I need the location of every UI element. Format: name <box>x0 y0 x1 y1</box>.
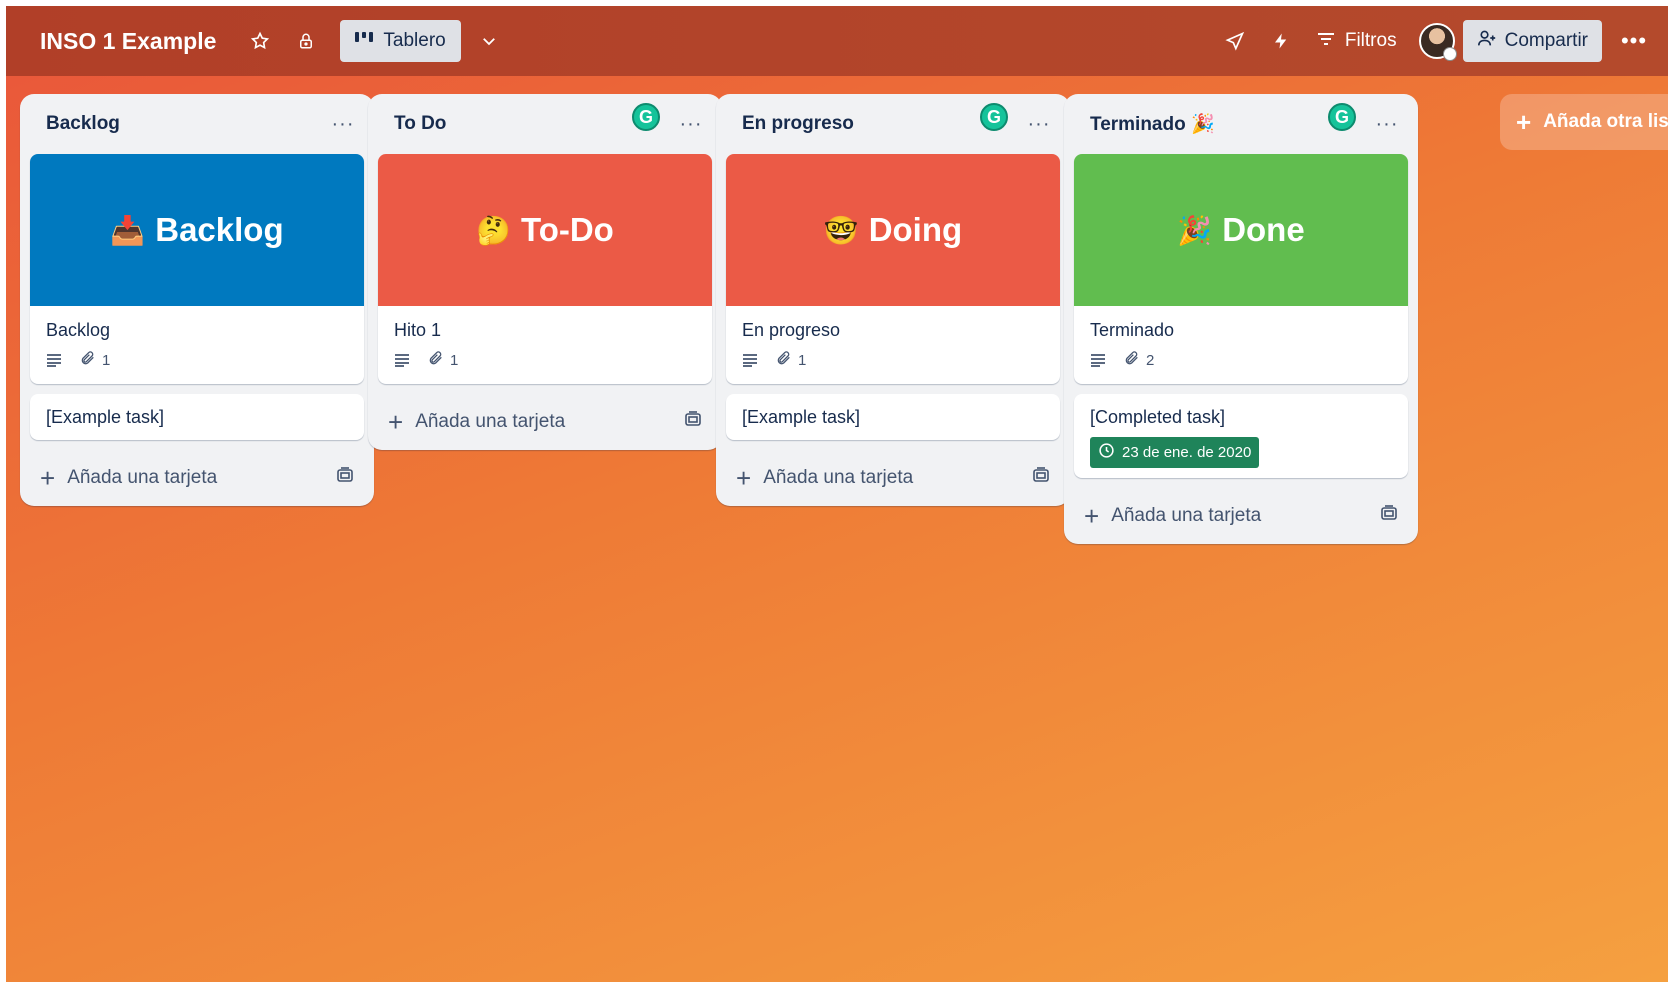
grammarly-icon[interactable]: G <box>980 103 1008 131</box>
attachment-count: 1 <box>798 351 807 369</box>
filter-icon <box>1317 30 1335 52</box>
automation-icon[interactable] <box>1263 23 1299 59</box>
template-icon[interactable] <box>1380 505 1398 527</box>
more-icon[interactable]: ··· <box>328 113 358 136</box>
cover-text: Doing <box>868 211 963 248</box>
attachment-icon <box>776 350 792 370</box>
card-cover-done[interactable]: 🎉 Done Terminado 2 <box>1074 154 1408 384</box>
inbox-tray-icon: 📥 <box>110 214 146 246</box>
party-popper-icon: 🎉 <box>1177 214 1213 246</box>
card-title: En progreso <box>742 320 841 340</box>
nerd-face-icon: 🤓 <box>823 214 859 246</box>
list-title: Backlog <box>46 113 120 134</box>
template-icon[interactable] <box>336 467 354 489</box>
add-card-label: Añada una tarjeta <box>67 467 218 488</box>
board-title[interactable]: INSO 1 Example <box>40 28 216 55</box>
more-icon[interactable]: ••• <box>1616 28 1652 54</box>
board-icon <box>355 30 374 52</box>
list-to-do: To Do G ··· 🤔 To-Do Hito 1 1 + Añada una… <box>368 94 722 450</box>
card-example-task[interactable]: [Example task] <box>30 394 364 440</box>
card-cover-doing[interactable]: 🤓 Doing En progreso 1 <box>726 154 1060 384</box>
card-cover: 📥 Backlog <box>30 154 364 306</box>
card-completed-task[interactable]: [Completed task] 23 de ene. de 2020 <box>1074 394 1408 478</box>
filters-button[interactable]: Filtros <box>1317 30 1397 52</box>
list-backlog: Backlog ··· 📥 Backlog Backlog 1 [Example… <box>20 94 374 506</box>
board: INSO 1 Example Tablero Filtros Compartir… <box>6 6 1668 982</box>
share-label: Compartir <box>1504 30 1588 51</box>
card-title: [Completed task] <box>1090 407 1226 427</box>
board-header: INSO 1 Example Tablero Filtros Compartir… <box>6 6 1668 76</box>
card-cover-backlog[interactable]: 📥 Backlog Backlog 1 <box>30 154 364 384</box>
grammarly-icon[interactable]: G <box>1328 103 1356 131</box>
list-header[interactable]: Terminado 🎉 G ··· <box>1064 94 1418 154</box>
attachment-badge: 1 <box>80 350 110 370</box>
add-list-label: Añada otra lista <box>1543 111 1668 132</box>
add-card-button[interactable]: + Añada una tarjeta <box>20 450 374 506</box>
board-view-button[interactable]: Tablero <box>340 20 461 62</box>
attachment-icon <box>428 350 444 370</box>
card-cover: 🤓 Doing <box>726 154 1060 306</box>
card-title: Backlog <box>46 320 111 340</box>
attachment-icon <box>80 350 96 370</box>
plus-icon: + <box>1084 501 1100 531</box>
add-card-button[interactable]: + Añada una tarjeta <box>368 394 722 450</box>
cover-text: Done <box>1222 211 1305 248</box>
attachment-count: 2 <box>1146 351 1155 369</box>
plus-icon: + <box>40 463 56 493</box>
attachment-badge: 1 <box>428 350 458 370</box>
attachment-badge: 1 <box>776 350 806 370</box>
card-title: [Example task] <box>46 407 165 427</box>
card-cover: 🎉 Done <box>1074 154 1408 306</box>
template-icon[interactable] <box>684 411 702 433</box>
list-header[interactable]: En progreso G ··· <box>716 94 1070 154</box>
description-icon <box>1090 353 1106 367</box>
list-header[interactable]: To Do G ··· <box>368 94 722 154</box>
description-icon <box>46 353 62 367</box>
card-title: Hito 1 <box>394 320 442 340</box>
plus-icon: + <box>736 463 752 493</box>
more-icon[interactable]: ··· <box>676 113 706 136</box>
lock-icon[interactable] <box>288 23 324 59</box>
add-card-button[interactable]: + Añada una tarjeta <box>716 450 1070 506</box>
attachment-icon <box>1124 350 1140 370</box>
clock-icon <box>1098 442 1115 463</box>
plus-icon: + <box>388 407 404 437</box>
card-title: Terminado <box>1090 320 1175 340</box>
star-icon[interactable] <box>242 23 278 59</box>
add-card-label: Añada una tarjeta <box>763 467 914 488</box>
card-title: [Example task] <box>742 407 861 427</box>
cover-text: To-Do <box>521 211 614 248</box>
avatar[interactable] <box>1418 23 1457 61</box>
add-user-icon <box>1477 29 1497 53</box>
card-cover-to-do[interactable]: 🤔 To-Do Hito 1 1 <box>378 154 712 384</box>
more-icon[interactable]: ··· <box>1372 113 1402 136</box>
card-example-task[interactable]: [Example task] <box>726 394 1060 440</box>
cover-text: Backlog <box>155 211 284 248</box>
share-button[interactable]: Compartir <box>1462 20 1602 62</box>
attachment-count: 1 <box>450 351 459 369</box>
description-icon <box>394 353 410 367</box>
add-list-button[interactable]: + Añada otra lista <box>1500 94 1668 150</box>
grammarly-icon[interactable]: G <box>632 103 660 131</box>
board-view-label: Tablero <box>383 30 446 51</box>
template-icon[interactable] <box>1032 467 1050 489</box>
add-card-label: Añada una tarjeta <box>415 411 566 432</box>
plus-icon: + <box>1516 107 1532 137</box>
add-card-button[interactable]: + Añada una tarjeta <box>1064 488 1418 544</box>
due-date-text: 23 de ene. de 2020 <box>1122 444 1252 461</box>
chevron-down-icon[interactable] <box>471 23 507 59</box>
add-card-label: Añada una tarjeta <box>1111 505 1262 526</box>
list-terminado: Terminado 🎉 G ··· 🎉 Done Terminado 2 [Co… <box>1064 94 1418 544</box>
filters-label: Filtros <box>1344 30 1397 51</box>
thinking-face-icon: 🤔 <box>476 214 511 246</box>
attachment-count: 1 <box>102 351 111 369</box>
description-icon <box>742 353 758 367</box>
attachment-badge: 2 <box>1124 350 1154 370</box>
power-up-icon[interactable] <box>1217 23 1253 59</box>
due-date-badge[interactable]: 23 de ene. de 2020 <box>1090 437 1260 468</box>
card-cover: 🤔 To-Do <box>378 154 712 306</box>
list-header[interactable]: Backlog ··· <box>20 94 374 154</box>
list-en-progreso: En progreso G ··· 🤓 Doing En progreso 1 … <box>716 94 1070 506</box>
more-icon[interactable]: ··· <box>1024 113 1054 136</box>
